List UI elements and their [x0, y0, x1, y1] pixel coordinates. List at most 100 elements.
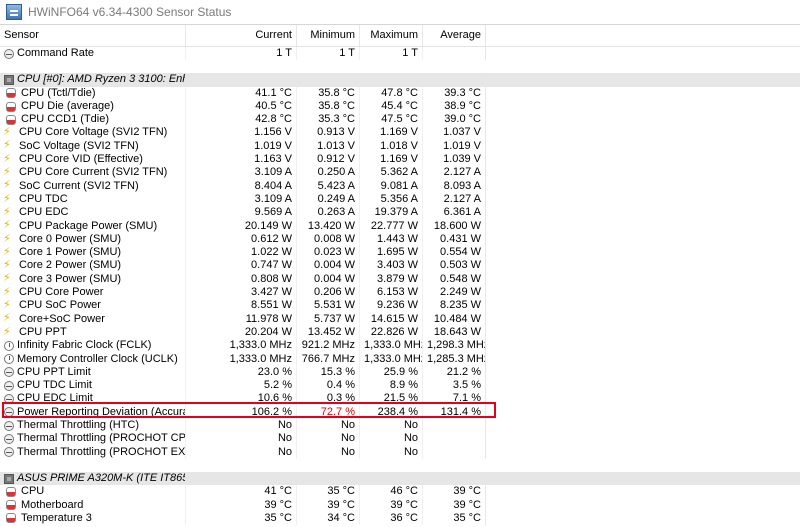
maximum-value: 21.5 % — [359, 392, 422, 406]
sensor-row[interactable]: Command Rate 1 T1 T1 T — [0, 47, 800, 61]
sensor-row[interactable]: Temperature 3 35 °C 34 °C 36 °C 35 °C — [0, 511, 800, 526]
sensor-row[interactable]: Core 2 Power (SMU) 0.747 W0.004 W3.403 W0… — [0, 259, 800, 273]
sensor-row[interactable]: Core 0 Power (SMU) 0.612 W0.008 W1.443 W0… — [0, 232, 800, 247]
minimum-value: 0.263 A — [296, 206, 359, 220]
thermometer-icon — [6, 513, 16, 524]
sensor-name-cell: CPU (Tctl/Tdie) — [0, 87, 185, 100]
row-filler — [485, 219, 800, 233]
sensor-name-cell: CPU Core Power — [0, 286, 185, 299]
sensor-row[interactable]: Core+SoC Power 11.978 W5.737 W14.615 W10.… — [0, 312, 800, 326]
average-value: 1.037 V — [422, 126, 485, 140]
minimum-value: 13.420 W — [296, 219, 359, 233]
sensor-name-cell: CPU PPT Limit — [0, 366, 185, 379]
maximum-value: 9.081 A — [359, 179, 422, 193]
sensor-name-cell: Motherboard — [0, 499, 185, 512]
sensor-row[interactable]: Thermal Throttling (HTC) No No No — [0, 419, 800, 433]
column-header-sensor[interactable]: Sensor — [0, 25, 185, 46]
row-filler — [485, 312, 800, 326]
sensor-row[interactable]: CPU Core Voltage (SVI2 TFN) 1.156 V0.913 … — [0, 126, 800, 140]
sensor-row[interactable]: CPU Die (average) 40.5 °C 35.8 °C 45.4 °C 38… — [0, 99, 800, 114]
sensor-label: CPU Core Power — [19, 286, 104, 299]
sensor-row[interactable]: CPU EDC Limit 10.6 % 0.3 % 21.5 % 7.1 % — [0, 392, 800, 406]
maximum-value: 46 °C — [359, 485, 422, 499]
sensor-row[interactable]: CPU CCD1 (Tdie) 42.8 °C 35.3 °C 47.5 °C 39.0… — [0, 113, 800, 127]
sensor-row[interactable]: CPU Core Current (SVI2 TFN) 3.109 A0.250 … — [0, 166, 800, 180]
maximum-value: 238.4 % — [359, 405, 422, 420]
average-value: 0.503 W — [422, 259, 485, 273]
maximum-value: 1.018 V — [359, 139, 422, 154]
sensor-name-cell: SoC Voltage (SVI2 TFN) — [0, 140, 185, 153]
row-filler — [485, 325, 800, 340]
sensor-row[interactable]: CPU Package Power (SMU) 20.149 W13.420 W2… — [0, 219, 800, 233]
sensor-row[interactable]: SoC Current (SVI2 TFN) 8.404 A5.423 A9.08… — [0, 179, 800, 193]
group-name-cell: ASUS PRIME A320M-K (ITE IT8655E) — [0, 471, 205, 486]
sensor-label: CPU (Tctl/Tdie) — [21, 86, 96, 99]
maximum-value: 19.379 A — [359, 206, 422, 220]
current-value: No — [185, 432, 296, 446]
group-name-cell: CPU [#0]: AMD Ryzen 3 3100: Enhanced — [0, 73, 218, 87]
minimum-value: 921.2 MHz — [296, 339, 359, 353]
column-header-current[interactable]: Current — [185, 25, 296, 46]
column-header-maximum[interactable]: Maximum — [359, 25, 422, 46]
sensor-name-cell: Infinity Fabric Clock (FCLK) — [0, 339, 185, 352]
lightning-icon — [3, 193, 14, 205]
sensor-label: CPU PPT — [19, 325, 67, 338]
sensor-row[interactable]: CPU TDC 3.109 A0.249 A5.356 A2.127 A — [0, 192, 800, 207]
sensor-label: Core 0 Power (SMU) — [19, 232, 122, 245]
sensor-row[interactable]: CPU Core VID (Effective)1.163 V0.912 V1.… — [0, 153, 800, 167]
sensor-label: Command Rate — [17, 47, 95, 59]
row-filler — [485, 405, 800, 420]
sensor-name-cell: Core 2 Power (SMU) — [0, 259, 185, 272]
average-value: 3.5 % — [422, 379, 485, 393]
lightning-icon — [3, 246, 14, 258]
gauge-icon — [4, 447, 14, 458]
sensor-name-cell: Power Reporting Deviation (Accuracy) — [0, 406, 185, 419]
sensor-row[interactable]: Power Reporting Deviation (Accuracy) 106.… — [0, 405, 800, 420]
sensor-row[interactable]: SoC Voltage (SVI2 TFN)1.019 V1.013 V1.01… — [0, 139, 800, 154]
current-value: 1.163 V — [185, 153, 296, 167]
thermometer-icon — [6, 486, 16, 497]
sensor-row[interactable]: CPU Core Power 3.427 W0.206 W6.153 W2.249… — [0, 286, 800, 300]
thermometer-icon — [6, 114, 16, 125]
sensor-name-cell: CPU SoC Power — [0, 299, 185, 312]
sensor-label: CPU CCD1 (Tdie) — [21, 113, 110, 126]
row-filler — [485, 498, 800, 512]
sensor-row[interactable]: CPU EDC 9.569 A0.263 A19.379 A6.361 A — [0, 206, 800, 220]
sensor-row[interactable]: CPU 41 °C 35 °C 46 °C 39 °C — [0, 485, 800, 499]
sensor-list[interactable]: Command Rate 1 T1 T1 T CPU [#0]: AMD Ryzen… — [0, 47, 800, 526]
lightning-icon — [3, 140, 14, 152]
sensor-row[interactable]: Core 1 Power (SMU) 1.022 W0.023 W1.695 W0… — [0, 246, 800, 260]
average-value — [422, 419, 485, 433]
column-header-average[interactable]: Average — [422, 25, 485, 46]
current-value: 8.551 W — [185, 299, 296, 313]
row-filler — [485, 445, 800, 459]
maximum-value: No — [359, 419, 422, 433]
chip-icon — [4, 74, 14, 85]
sensor-group-header[interactable]: ASUS PRIME A320M-K (ITE IT8655E) — [0, 471, 800, 486]
title-bar: HWiNFO64 v6.34-4300 Sensor Status — [0, 0, 800, 25]
sensor-row[interactable]: Thermal Throttling (PROCHOT CPU) No No No — [0, 432, 800, 446]
sensor-row[interactable]: CPU PPT Limit 23.0 % 15.3 % 25.9 % 21.2 % — [0, 365, 800, 380]
sensor-row[interactable]: Thermal Throttling (PROCHOT EXT) No No No — [0, 445, 800, 459]
gauge-icon — [4, 407, 14, 418]
sensor-row[interactable]: Infinity Fabric Clock (FCLK) 1,333.0 MHz 9… — [0, 339, 800, 353]
maximum-value: 1,333.0 MHz — [359, 339, 422, 353]
sensor-row[interactable]: Memory Controller Clock (UCLK) 1,333.0 MH… — [0, 352, 800, 366]
window-title: HWiNFO64 v6.34-4300 Sensor Status — [28, 5, 232, 19]
sensor-row[interactable]: CPU TDC Limit 5.2 % 0.4 % 8.9 % 3.5 % — [0, 379, 800, 393]
sensor-label: CPU TDC Limit — [17, 379, 92, 392]
sensor-name-cell: Core 3 Power (SMU) — [0, 273, 185, 286]
sensor-name-cell: CPU Package Power (SMU) — [0, 220, 185, 233]
current-value: 1 T — [185, 47, 296, 61]
column-header-filler — [485, 25, 800, 46]
sensor-row[interactable]: CPU (Tctl/Tdie) 41.1 °C 35.8 °C 47.8 °C 39.3… — [0, 86, 800, 100]
sensor-group-header[interactable]: CPU [#0]: AMD Ryzen 3 3100: Enhanced — [0, 73, 800, 87]
sensor-row[interactable]: Motherboard 39 °C 39 °C 39 °C 39 °C — [0, 498, 800, 512]
average-value: 2.127 A — [422, 166, 485, 180]
sensor-row[interactable]: Core 3 Power (SMU) 0.808 W0.004 W3.879 W0… — [0, 272, 800, 287]
sensor-label: CPU PPT Limit — [17, 365, 91, 378]
sensor-row[interactable]: CPU PPT 20.204 W13.452 W22.826 W18.643 W — [0, 325, 800, 340]
sensor-row[interactable]: CPU SoC Power 8.551 W5.531 W9.236 W8.235 … — [0, 299, 800, 313]
column-header-minimum[interactable]: Minimum — [296, 25, 359, 46]
